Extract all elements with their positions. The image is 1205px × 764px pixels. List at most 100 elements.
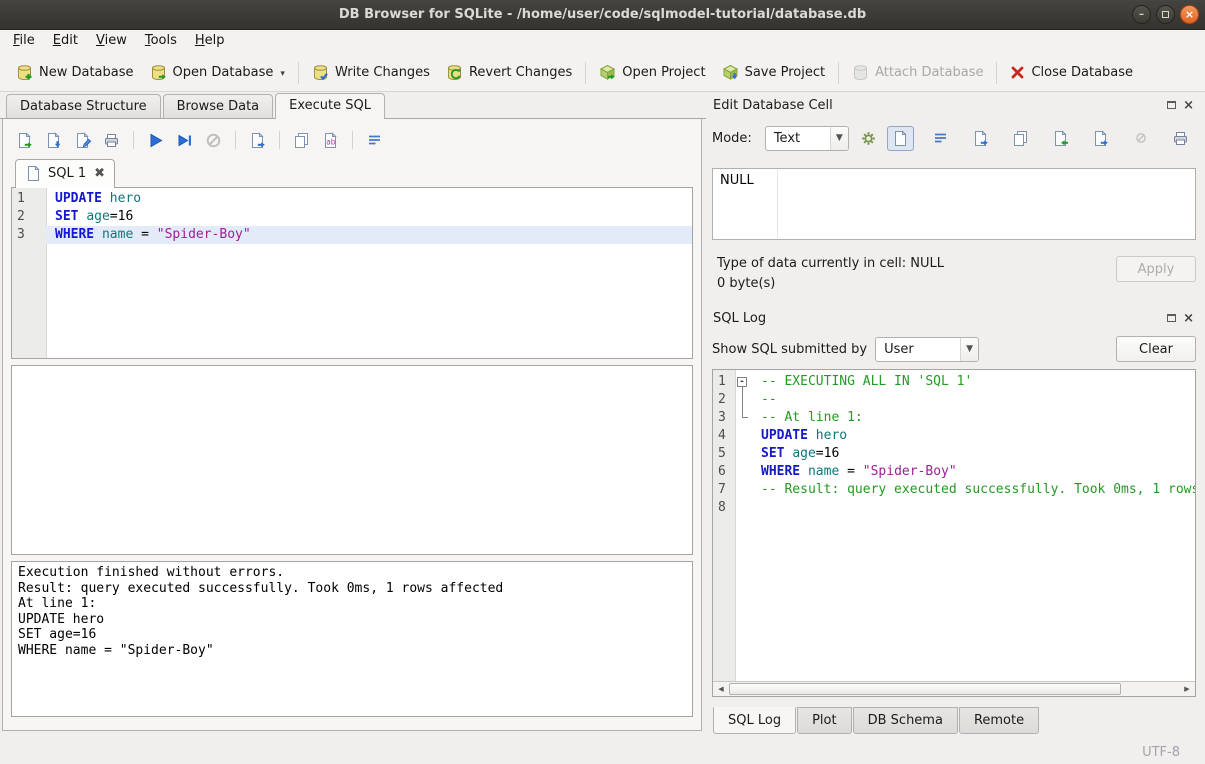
- new-database-icon: [16, 64, 33, 81]
- tab-remote[interactable]: Remote: [959, 707, 1039, 734]
- text-document-icon: [892, 130, 909, 147]
- toolbar-separator: [298, 62, 299, 84]
- word-wrap-icon: [366, 132, 383, 149]
- line-number: 3: [713, 409, 735, 427]
- attach-database-label: Attach Database: [875, 65, 983, 80]
- open-database-button[interactable]: Open Database ▾: [142, 59, 293, 86]
- print-sql-button[interactable]: [98, 128, 125, 153]
- cell-value-editor[interactable]: NULL: [712, 168, 1196, 240]
- execute-sql-panel: ab SQL 1 ✖ 1UPDATE hero2SET age=163WHERE…: [2, 119, 702, 731]
- tab-db-schema[interactable]: DB Schema: [853, 707, 958, 734]
- line-number: 7: [713, 481, 735, 499]
- sql-editor[interactable]: 1UPDATE hero2SET age=163WHERE name = "Sp…: [11, 187, 693, 359]
- word-wrap-cell-button[interactable]: [927, 126, 954, 151]
- close-window-button[interactable]: ×: [1180, 5, 1199, 24]
- log-horizontal-scrollbar[interactable]: ◀ ▶: [713, 681, 1195, 696]
- left-panel: Database StructureBrowse DataExecute SQL…: [0, 92, 706, 741]
- close-log-panel-icon[interactable]: ×: [1183, 312, 1194, 325]
- save-sql-file-as-button[interactable]: [69, 128, 96, 153]
- cell-type-info: Type of data currently in cell: NULL: [717, 256, 944, 271]
- line-number: 1: [12, 190, 46, 208]
- open-project-button[interactable]: Open Project: [591, 59, 713, 86]
- mode-select[interactable]: Text ▼: [765, 126, 849, 151]
- find-replace-button[interactable]: ab: [317, 128, 344, 153]
- float-log-panel-button[interactable]: [1167, 314, 1176, 322]
- tab-sql-log[interactable]: SQL Log: [713, 707, 796, 734]
- execute-current-line-button[interactable]: [171, 128, 198, 153]
- open-project-label: Open Project: [622, 65, 705, 80]
- menu-bar: FileEditViewToolsHelp: [0, 30, 1205, 54]
- attach-database-button[interactable]: Attach Database: [844, 59, 991, 86]
- code-line: 1--- EXECUTING ALL IN 'SQL 1': [713, 373, 1195, 391]
- fold-margin[interactable]: -: [735, 373, 752, 391]
- tab-execute-sql[interactable]: Execute SQL: [275, 93, 385, 119]
- maximize-button[interactable]: [1156, 5, 1175, 24]
- line-number: 2: [12, 208, 46, 226]
- open-database-label: Open Database: [173, 65, 274, 80]
- fold-margin: [735, 427, 752, 445]
- toolbar-separator: [279, 131, 280, 149]
- code-text: -- At line 1:: [752, 409, 1195, 427]
- sql-file-icon: [25, 165, 42, 182]
- scrollbar-track[interactable]: [729, 682, 1179, 696]
- float-panel-button[interactable]: [1167, 101, 1176, 109]
- close-database-button[interactable]: Close Database: [1002, 60, 1141, 85]
- menu-edit[interactable]: Edit: [44, 30, 87, 54]
- execution-messages[interactable]: Execution finished without errors.Result…: [11, 561, 693, 717]
- main-toolbar: New Database Open Database ▾ Write ChangesR…: [0, 54, 1205, 92]
- log-filter-select[interactable]: User ▼: [875, 337, 979, 362]
- import-cell-data-button[interactable]: [1047, 126, 1074, 151]
- open-in-external-icon: [972, 130, 989, 147]
- right-dock: Edit Database Cell × Mode: Text ▼ NULL: [706, 92, 1205, 741]
- copy-cell-button[interactable]: [1007, 126, 1034, 151]
- open-in-external-button[interactable]: [967, 126, 994, 151]
- set-null-button[interactable]: [1127, 126, 1154, 151]
- new-database-button[interactable]: New Database: [8, 59, 142, 86]
- results-grid[interactable]: [11, 365, 693, 555]
- dropdown-arrow-icon[interactable]: ▾: [280, 69, 285, 81]
- title-bar[interactable]: DB Browser for SQLite - /home/user/code/…: [0, 0, 1205, 30]
- open-sql-new-tab-button[interactable]: [244, 128, 271, 153]
- write-changes-button[interactable]: Write Changes: [304, 59, 438, 86]
- sql-log-view[interactable]: 1--- EXECUTING ALL IN 'SQL 1'2--3-- At l…: [713, 370, 1195, 681]
- menu-tools[interactable]: Tools: [136, 30, 186, 54]
- menu-file[interactable]: File: [4, 30, 44, 54]
- configure-button[interactable]: [855, 125, 883, 151]
- scroll-right-icon[interactable]: ▶: [1179, 682, 1195, 696]
- close-panel-icon[interactable]: ×: [1183, 99, 1194, 112]
- float-panel-icon: [1167, 101, 1176, 109]
- export-results-button[interactable]: [288, 128, 315, 153]
- fold-margin: [735, 481, 752, 499]
- save-project-icon: [722, 64, 739, 81]
- clear-log-button[interactable]: Clear: [1116, 336, 1196, 362]
- revert-changes-icon: [446, 64, 463, 81]
- close-tab-icon[interactable]: ✖: [94, 167, 105, 180]
- minimize-button[interactable]: –: [1132, 5, 1151, 24]
- menu-view[interactable]: View: [87, 30, 136, 54]
- new-database-label: New Database: [39, 65, 134, 80]
- export-cell-data-button[interactable]: [1087, 126, 1114, 151]
- menu-help[interactable]: Help: [186, 30, 234, 54]
- open-project-icon: [599, 64, 616, 81]
- open-sql-file-button[interactable]: [11, 128, 38, 153]
- stop-execution-icon: [205, 132, 222, 149]
- execute-all-button[interactable]: [142, 128, 169, 153]
- scroll-left-icon[interactable]: ◀: [713, 682, 729, 696]
- fold-margin: [735, 463, 752, 481]
- scrollbar-thumb[interactable]: [729, 683, 1121, 695]
- word-wrap-button[interactable]: [361, 128, 388, 153]
- print-cell-button[interactable]: [1167, 126, 1194, 151]
- tab-plot[interactable]: Plot: [797, 707, 852, 734]
- tab-browse-data[interactable]: Browse Data: [163, 94, 274, 118]
- tab-sql-1[interactable]: SQL 1 ✖: [15, 159, 115, 188]
- stop-execution-button[interactable]: [200, 128, 227, 153]
- toolbar-separator: [352, 131, 353, 149]
- apply-button[interactable]: Apply: [1116, 256, 1196, 282]
- revert-changes-button[interactable]: Revert Changes: [438, 59, 580, 86]
- save-project-button[interactable]: Save Project: [714, 59, 834, 86]
- save-sql-file-button[interactable]: [40, 128, 67, 153]
- code-text: SET age=16: [46, 208, 692, 226]
- toolbar-separator: [235, 131, 236, 149]
- text-document-button[interactable]: [887, 126, 914, 151]
- tab-database-structure[interactable]: Database Structure: [6, 94, 161, 118]
